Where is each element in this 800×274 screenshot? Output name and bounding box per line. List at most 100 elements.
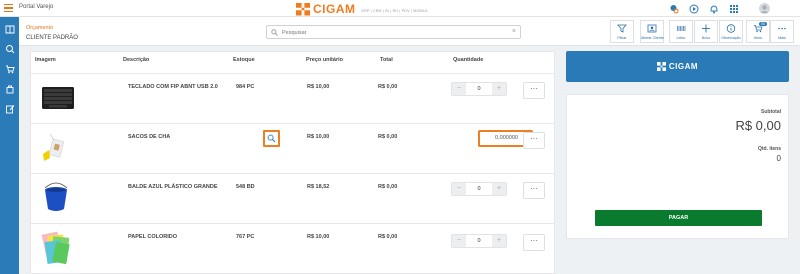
filter-icon [617,24,627,33]
table-row: PAPEL COLORIDO 767 PC R$ 10,00 R$ 0,00 −… [31,223,554,273]
row-more-button[interactable]: ··· [523,82,545,99]
bag-icon [6,85,13,94]
toolbar-new-button[interactable]: Novo [694,20,718,43]
quantity-stepper: − 0 + [451,82,507,96]
menu-icon[interactable] [4,4,13,12]
page-header: Orçamento CLIENTE PADRÃO × Filtrar Alter… [19,17,800,46]
column-header-stock: Estoque [233,57,255,63]
product-total: R$ 0,00 [378,234,398,240]
product-image-colored-paper [41,231,70,265]
column-header-unit-price: Preço unitário [306,57,343,63]
toolbar-change-customer-label: Alterar Cliente [641,36,664,40]
column-header-image: Imagem [35,57,56,63]
sidebar-item-search[interactable] [0,41,19,57]
subtotal-label: Subtotal [761,109,781,115]
user-search-icon[interactable] [669,4,679,14]
brand-logo: CIGAM ERP | CRM | BI | RH | PDV | MOBILE [296,2,428,16]
top-bar: Portal Varejo CIGAM ERP | CRM | BI | RH … [0,0,800,17]
sidebar-item-catalog[interactable] [0,21,19,37]
toolbar-change-customer-button[interactable]: Alterar Cliente [640,20,664,43]
product-stock: 984 PC [236,84,255,90]
column-header-total: Total [380,57,393,63]
search-icon [271,29,278,36]
barcode-icon [677,26,686,31]
quantity-stepper: − 0 + [451,234,507,248]
app-title: Portal Varejo [19,4,54,10]
product-image-keyboard [42,87,74,109]
product-image-blue-bucket [44,182,68,211]
play-circle-icon[interactable] [689,4,699,14]
search-box: × [266,25,521,39]
toolbar-reader-button[interactable]: Leitor [669,20,693,43]
column-header-description: Descrição [123,57,150,63]
toolbar-filter-button[interactable]: Filtrar [610,20,634,43]
bell-icon[interactable] [709,4,719,14]
search-input[interactable] [282,28,502,37]
sidebar-item-cart[interactable] [0,61,19,77]
row-more-button[interactable]: ··· [523,182,545,199]
sidebar-item-bag[interactable] [0,81,19,97]
change-customer-icon [647,24,657,33]
more-icon [778,27,786,30]
increment-button[interactable]: + [492,235,506,247]
quantity-stepper: − 0 + [451,182,507,196]
toolbar-observation-label: Observação [721,36,741,40]
plus-icon [702,24,710,33]
brand-banner: CIGAM [566,51,789,82]
quantity-value[interactable]: 0 [466,83,492,95]
product-description: PAPEL COLORIDO [128,234,177,240]
toolbar-observation-button[interactable]: Observação [719,20,743,43]
section-title: Orçamento [26,25,54,31]
stock-lookup-button[interactable] [263,130,280,147]
increment-button[interactable]: + [492,83,506,95]
item-count-value: 0 [776,154,781,163]
decrement-button[interactable]: − [452,235,466,247]
left-sidebar [0,17,19,274]
top-icons [669,3,770,14]
order-summary: Subtotal R$ 0,00 Qtd. itens 0 PAGAR [566,94,789,239]
product-unit-price: R$ 10,00 [307,234,330,240]
toolbar-items-label: Itens [754,36,762,40]
product-image-tea-bags [43,133,65,161]
product-stock: 767 PC [236,234,255,240]
quantity-value[interactable]: 0 [466,183,492,195]
decrement-button[interactable]: − [452,83,466,95]
toolbar-filter-label: Filtrar [617,36,627,40]
pay-button[interactable]: PAGAR [595,210,762,226]
apps-grid-icon[interactable] [729,4,739,14]
edit-icon [5,105,14,114]
row-more-button[interactable]: ··· [523,234,545,251]
item-count-label: Qtd. itens [757,146,781,152]
quantity-value[interactable]: 0 [466,235,492,247]
brand-banner-name: CIGAM [668,62,699,71]
toolbar-more-label: Mais [778,36,786,40]
toolbar-reader-label: Leitor [676,36,686,40]
product-description: SACOS DE CHA [128,134,171,140]
book-icon [5,25,14,34]
clear-search-icon[interactable]: × [512,28,516,35]
cart-icon [5,65,15,74]
stock-search-icon [267,134,276,143]
table-row: SACOS DE CHA R$ 10,00 R$ 0,00 0,000000 ⚖… [31,123,554,173]
subtotal-value: R$ 0,00 [735,118,781,133]
table-row: TECLADO COM FIP ABNT USB 2.0 984 PC R$ 1… [31,73,554,123]
column-header-quantity: Quantidade [453,57,484,63]
table-row: BALDE AZUL PLÁSTICO GRANDE 548 BD R$ 18,… [31,173,554,223]
sidebar-item-edit[interactable] [0,101,19,117]
decrement-button[interactable]: − [452,183,466,195]
cigam-logo-icon [296,3,310,16]
product-total: R$ 0,00 [378,134,398,140]
product-description: TECLADO COM FIP ABNT USB 2.0 [128,84,218,90]
toolbar-more-button[interactable]: Mais [770,20,794,43]
product-stock: 548 BD [236,184,255,190]
avatar[interactable] [759,3,770,14]
customer-name: CLIENTE PADRÃO [26,35,78,41]
product-total: R$ 0,00 [378,184,398,190]
increment-button[interactable]: + [492,183,506,195]
toolbar-items-button[interactable]: 00 Itens [746,20,770,43]
row-more-button[interactable]: ··· [523,132,545,149]
product-description: BALDE AZUL PLÁSTICO GRANDE [128,184,218,190]
items-table: Imagem Descrição Estoque Preço unitário … [30,51,555,274]
product-unit-price: R$ 10,00 [307,84,330,90]
cigam-logo-icon [656,62,666,71]
